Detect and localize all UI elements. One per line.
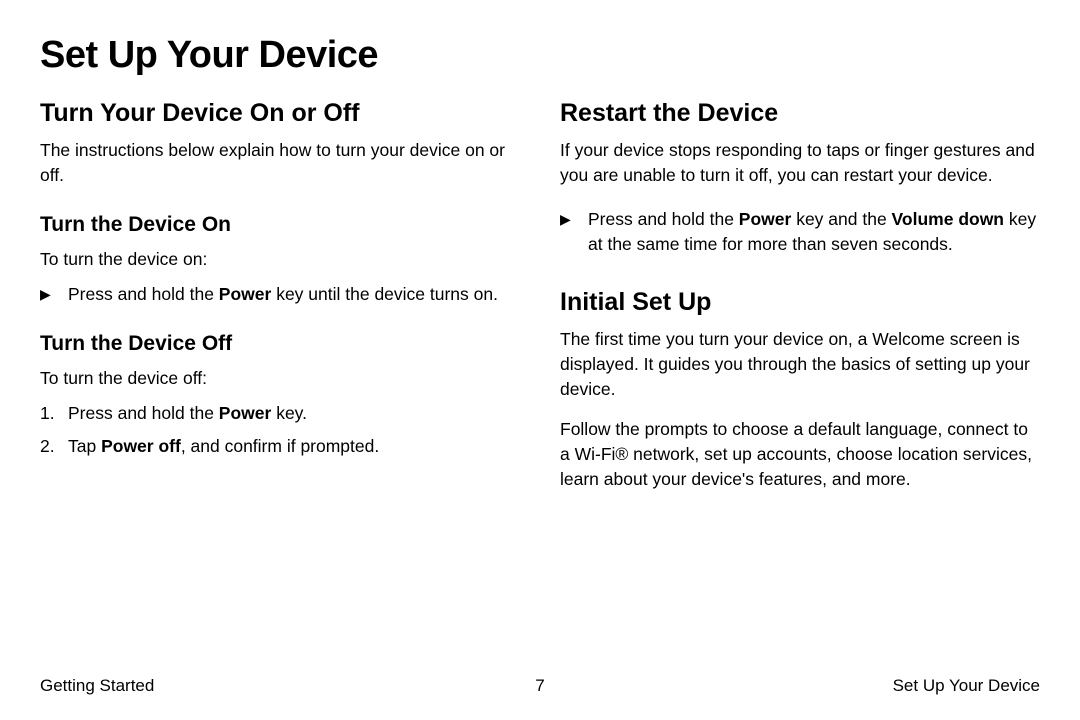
text-bold: Power	[219, 403, 272, 423]
triangle-icon: ▶	[560, 207, 588, 232]
page-title: Set Up Your Device	[40, 34, 1040, 77]
text-segment: key.	[271, 403, 307, 423]
text-bold: Volume down	[892, 209, 1004, 229]
turn-off-step-1-text: Press and hold the Power key.	[68, 401, 520, 426]
para-turn-off-lead: To turn the device off:	[40, 366, 520, 391]
para-turn-intro: The instructions below explain how to tu…	[40, 138, 520, 189]
text-bold: Power	[219, 284, 272, 304]
text-segment: Press and hold the	[588, 209, 739, 229]
step-number: 2.	[40, 434, 68, 459]
para-restart-intro: If your device stops responding to taps …	[560, 138, 1040, 189]
heading-turn-on-off: Turn Your Device On or Off	[40, 99, 520, 128]
turn-off-step-2-text: Tap Power off, and confirm if prompted.	[68, 434, 520, 459]
footer-page-number: 7	[40, 676, 1040, 696]
para-turn-on-lead: To turn the device on:	[40, 247, 520, 272]
text-segment: Tap	[68, 436, 101, 456]
text-bold: Power off	[101, 436, 181, 456]
page-footer: Getting Started 7 Set Up Your Device	[40, 676, 1040, 696]
para-initial-2: Follow the prompts to choose a default l…	[560, 417, 1040, 493]
turn-off-step-1: 1. Press and hold the Power key.	[40, 401, 520, 426]
text-segment: Press and hold the	[68, 284, 219, 304]
content-columns: Turn Your Device On or Off The instructi…	[40, 99, 1040, 503]
heading-restart: Restart the Device	[560, 99, 1040, 128]
turn-on-step-text: Press and hold the Power key until the d…	[68, 282, 520, 307]
text-segment: key until the device turns on.	[271, 284, 498, 304]
para-initial-1: The first time you turn your device on, …	[560, 327, 1040, 403]
heading-turn-off: Turn the Device Off	[40, 332, 520, 356]
text-segment: , and confirm if prompted.	[181, 436, 379, 456]
text-segment: Press and hold the	[68, 403, 219, 423]
text-bold: Power	[739, 209, 792, 229]
restart-step: ▶ Press and hold the Power key and the V…	[560, 207, 1040, 258]
step-number: 1.	[40, 401, 68, 426]
turn-on-step: ▶ Press and hold the Power key until the…	[40, 282, 520, 307]
turn-off-step-2: 2. Tap Power off, and confirm if prompte…	[40, 434, 520, 459]
heading-turn-on: Turn the Device On	[40, 213, 520, 237]
right-column: Restart the Device If your device stops …	[560, 99, 1040, 503]
heading-initial-setup: Initial Set Up	[560, 288, 1040, 317]
left-column: Turn Your Device On or Off The instructi…	[40, 99, 520, 503]
restart-step-text: Press and hold the Power key and the Vol…	[588, 207, 1040, 258]
text-segment: key and the	[791, 209, 891, 229]
triangle-icon: ▶	[40, 282, 68, 307]
